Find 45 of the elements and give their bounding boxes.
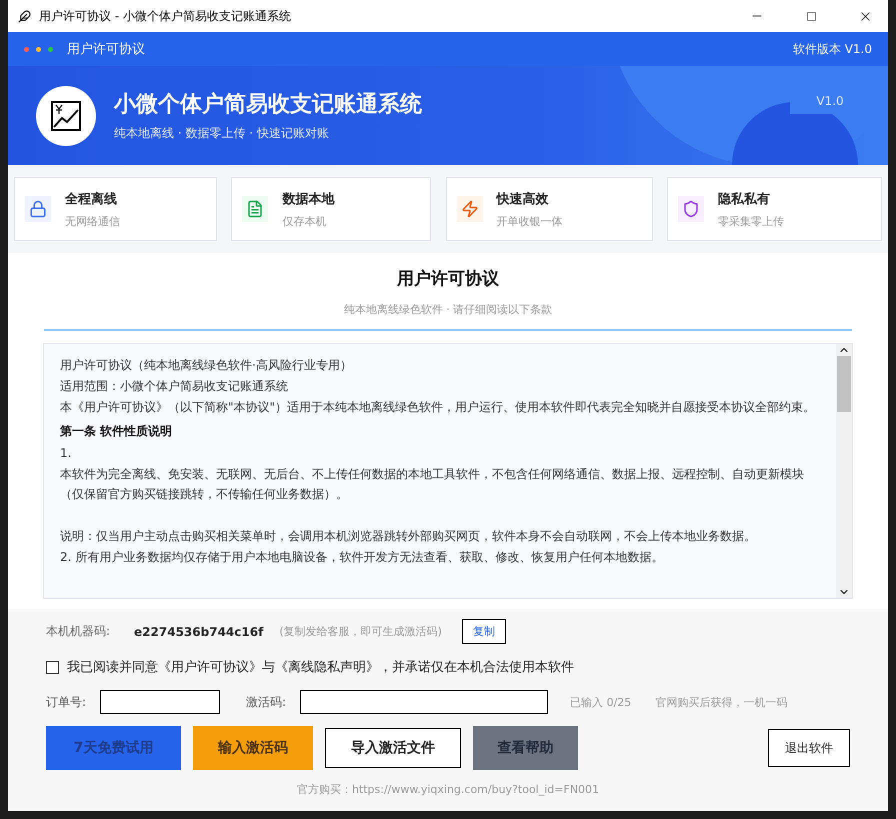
agreement-paragraph: 2. 所有用户业务数据均仅存储于用户本地电脑设备，软件开发方无法查看、获取、修改、恢复用户任何本地数据。 — [60, 549, 664, 566]
order-number-field[interactable] — [100, 690, 220, 714]
consent-checkbox[interactable] — [46, 660, 59, 674]
feature-subtitle: 无网络通信 — [65, 214, 120, 228]
window-dot — [24, 46, 29, 52]
agreement-paragraph: 适用范围：小微个体户简易收支记账通系统 — [60, 378, 289, 395]
feature-title: 快速高效 — [496, 190, 550, 208]
consent-text: 我已阅读并同意《用户许可协议》与《离线隐私声明》，并承诺仅在本机合法使用本软件 — [67, 659, 574, 676]
activation-code-field[interactable] — [300, 690, 548, 714]
agreement-paragraph: 本软件为完全离线、免安装、无联网、无后台、不上传任何数据的本地工具软件，不包含任何网络通信、数据上报、远程控制、自动更新模块（仅保留官方购买链接跳转，不传输任何业务数据）。 — [60, 466, 805, 503]
window-dot — [48, 46, 53, 52]
scrollbar-thumb[interactable] — [837, 356, 851, 412]
field-hint: 官网购买后获得，一机一码 — [655, 694, 788, 710]
version-label: 软件版本 V1.0 — [792, 40, 872, 58]
agreement-paragraph: 用户许可协议（纯本地离线绿色软件·高风险行业专用） — [60, 357, 353, 374]
exit-button[interactable]: 退出软件 — [768, 729, 850, 767]
feature-title: 数据本地 — [282, 190, 334, 208]
window-title: 用户许可协议 - 小微个体户简易收支记账通系统 — [39, 8, 292, 24]
agreement-paragraph: 本《用户许可协议》（以下简称"本协议"）适用于本纯本地离线绿色软件，用户运行、使用本软件即代表完全知晓并自愿接受本协议全部约束。 — [60, 399, 816, 416]
agreement-paragraph: 1. — [60, 445, 72, 462]
machine-code-label: 本机机器码: — [46, 623, 110, 640]
window-dot — [36, 46, 41, 52]
feather-icon — [18, 10, 31, 22]
feature-subtitle: 仅存本机 — [282, 214, 328, 228]
feature-title: 全程离线 — [65, 190, 118, 208]
agreement-paragraph: 说明：仅当用户主动点击购买相关菜单时，会调用本机浏览器跳转外部购买网页，软件本身不会自动联网，不会上传本地业务数据。 — [60, 528, 757, 545]
agreement-subtitle: 纯本地离线绿色软件 · 请仔细阅读以下条款 — [344, 302, 552, 317]
section-heading: 第一条 软件性质说明 — [60, 423, 174, 440]
maximize-icon[interactable] — [806, 10, 816, 22]
machine-code-hint: (复制发给客服，即可生成激活码) — [279, 624, 442, 639]
input-counter: 已输入 0/25 — [570, 694, 632, 710]
import-file-button[interactable]: 导入激活文件 — [325, 728, 461, 768]
copy-button[interactable]: 复制 — [462, 619, 506, 644]
page-title: 用户许可协议 — [67, 41, 146, 58]
agreement-title: 用户许可协议 — [397, 268, 499, 290]
feature-title: 隐私私有 — [718, 190, 771, 208]
field-label: 激活码: — [246, 694, 286, 710]
feature-subtitle: 开单收银一体 — [496, 214, 563, 228]
app-title: 小微个体户简易收支记账通系统 — [114, 91, 422, 119]
app-tagline: 纯本地离线 · 数据零上传 · 快速记账对账 — [114, 125, 330, 142]
field-label: 订单号: — [46, 694, 86, 710]
machine-code: e2274536b744c16f — [134, 624, 264, 638]
feature-subtitle: 零采集零上传 — [718, 214, 784, 228]
activation-button[interactable]: 输入激活码 — [193, 726, 313, 770]
purchase-link[interactable]: 官方购买：https://www.yiqxing.com/buy?tool_id=FN001 — [46, 782, 850, 797]
